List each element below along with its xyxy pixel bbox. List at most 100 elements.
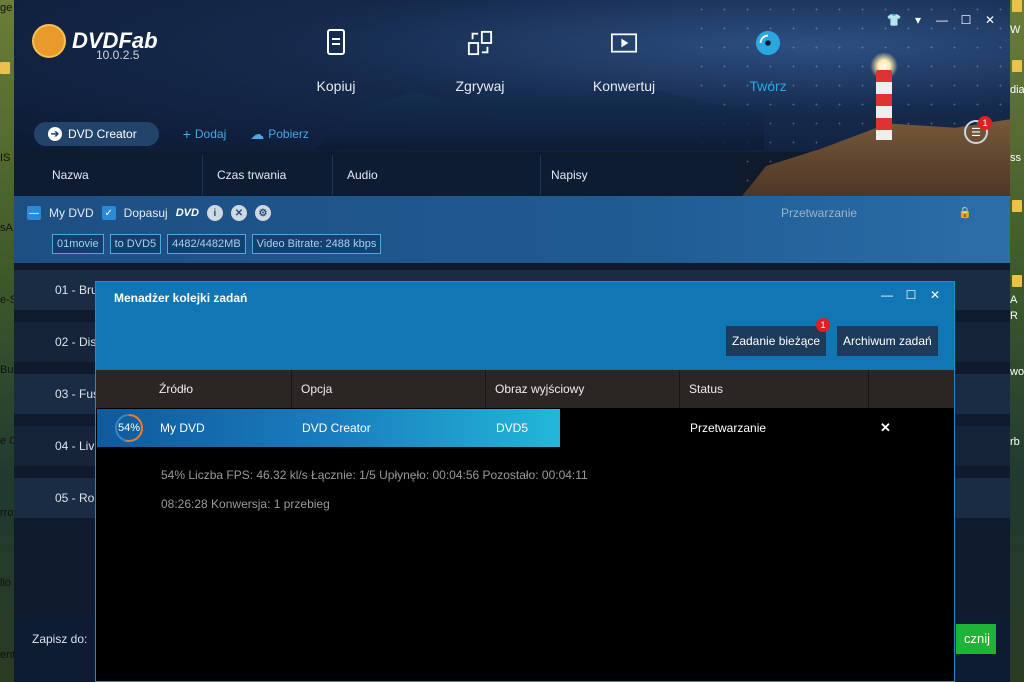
desktop-icon[interactable] [1012, 0, 1022, 12]
desktop-icon[interactable] [1012, 200, 1022, 212]
nav-creator[interactable]: Twórz [696, 28, 840, 94]
column-output: Obraz wyjściowy [495, 382, 585, 396]
nav-copy[interactable]: Kopiuj [264, 28, 408, 94]
desktop-label: A [1010, 294, 1018, 306]
desktop-label: e-S [0, 294, 14, 306]
column-divider [291, 370, 292, 408]
add-button[interactable]: + Dodaj [183, 126, 227, 142]
column-subtitles: Napisy [551, 168, 588, 182]
desktop-label: rb [1010, 436, 1020, 448]
main-nav: Kopiuj Zgrywaj Konwertuj Twórz [264, 28, 840, 94]
desktop-label: rro [0, 507, 14, 519]
desktop-label: dia [1010, 84, 1024, 96]
queue-count-badge: 1 [978, 116, 992, 130]
converter-icon [611, 28, 637, 58]
nav-converter[interactable]: Konwertuj [552, 28, 696, 94]
ripper-icon [467, 28, 493, 58]
settings-icon[interactable]: ⚙ [254, 205, 271, 221]
minimize-icon[interactable]: — [880, 288, 894, 302]
task-option: DVD Creator [302, 421, 371, 435]
disc-controls: — My DVD ✓ Dopasuj DVD i ✕ ⚙ [27, 205, 271, 221]
task-queue-dialog: Menadżer kolejki zadań — ☐ ✕ Zadanie bie… [95, 281, 955, 682]
column-name: Nazwa [52, 168, 89, 182]
desktop-label: ge [0, 2, 13, 14]
lock-icon[interactable]: 🔒 [958, 206, 972, 219]
tag-size[interactable]: 4482/4482MB [167, 234, 246, 254]
dvd-logo-icon: DVD [175, 207, 199, 219]
tag-title[interactable]: 01movie [52, 234, 104, 254]
fit-label: Dopasuj [123, 206, 168, 220]
column-divider [485, 370, 486, 408]
column-divider [332, 155, 333, 195]
current-task-badge: 1 [816, 318, 831, 332]
task-source: My DVD [160, 421, 205, 435]
save-to-label: Zapisz do: [32, 632, 88, 646]
current-task-label: Zadanie bieżące [732, 334, 821, 348]
desktop-label: ent [0, 649, 14, 661]
plus-icon: + [182, 126, 191, 142]
column-divider [868, 370, 869, 408]
dvd-creator-mode-button[interactable]: ➔ DVD Creator [34, 122, 159, 146]
desktop-label: IS [0, 152, 11, 164]
current-task-button[interactable]: Zadanie bieżące 1 [726, 318, 831, 356]
title-list-header: Nazwa Czas trwania Audio Napisy [14, 155, 734, 195]
column-divider [202, 155, 203, 195]
table-row[interactable]: 54% My DVD DVD Creator DVD5 Przetwarzani… [97, 409, 954, 447]
queue-table-header: Źródło Opcja Obraz wyjściowy Status [96, 370, 954, 408]
column-source: Źródło [159, 382, 194, 396]
close-icon[interactable]: ✕ [982, 12, 998, 28]
copy-icon [323, 28, 349, 58]
skin-icon[interactable]: 👕 [886, 12, 902, 28]
nav-label: Zgrywaj [455, 78, 505, 94]
desktop-icon[interactable] [1012, 60, 1022, 72]
dialog-header: Menadżer kolejki zadań — ☐ ✕ Zadanie bie… [96, 282, 954, 370]
disc-name: My DVD [49, 206, 94, 220]
dialog-title: Menadżer kolejki zadań [114, 291, 248, 305]
download-button[interactable]: ☁ Pobierz [250, 126, 309, 143]
desktop-left-icons: ge IS sA e-S Bu e C rro lio ent [0, 0, 14, 682]
lighthouse-image [876, 70, 892, 140]
column-option: Opcja [301, 382, 333, 396]
cloud-download-icon: ☁ [250, 125, 265, 142]
desktop-label: ss [1010, 152, 1021, 164]
tag-bitrate[interactable]: Video Bitrate: 2488 kbps [251, 234, 382, 254]
progress-percent: 54% [117, 422, 141, 434]
desktop-label: e C [0, 435, 14, 447]
desktop-icon[interactable] [1012, 275, 1022, 287]
download-label: Pobierz [268, 127, 309, 141]
arrow-right-icon: ➔ [48, 127, 62, 141]
dialog-controls: — ☐ ✕ [880, 288, 942, 302]
desktop-label: W [1010, 24, 1021, 36]
close-icon[interactable]: ✕ [928, 288, 942, 302]
add-label: Dodaj [194, 127, 227, 141]
column-audio: Audio [347, 168, 378, 182]
desktop-label: sA [0, 222, 13, 234]
disc-tags: 01movie to DVD5 4482/4482MB Video Bitrat… [52, 234, 382, 254]
desktop-icon[interactable] [0, 62, 10, 74]
menu-dropdown-icon[interactable]: ▾ [910, 12, 926, 28]
fit-checkbox[interactable]: ✓ [101, 206, 116, 220]
maximize-icon[interactable]: ☐ [958, 12, 974, 28]
nav-label: Twórz [749, 78, 787, 94]
tag-output[interactable]: to DVD5 [109, 234, 162, 254]
app-version: 10.0.2.5 [96, 48, 140, 62]
task-output: DVD5 [496, 421, 529, 435]
collapse-checkbox[interactable]: — [27, 206, 41, 220]
task-archive-button[interactable]: Archiwum zadań [837, 326, 938, 356]
monkey-logo-icon [32, 24, 66, 58]
nav-ripper[interactable]: Zgrywaj [408, 28, 552, 94]
minimize-icon[interactable]: — [934, 12, 950, 28]
remove-icon[interactable]: ✕ [230, 205, 247, 221]
task-queue-button[interactable]: ☰ 1 [964, 116, 992, 144]
window-controls: 👕 ▾ — ☐ ✕ [886, 12, 998, 28]
column-duration: Czas trwania [217, 168, 287, 182]
start-button[interactable]: cznij [956, 624, 996, 654]
task-stats: 54% Liczba FPS: 46.32 kl/s Łącznie: 1/5 … [161, 468, 588, 482]
desktop-label: lio [0, 577, 12, 589]
cancel-task-icon[interactable]: ✕ [880, 420, 891, 436]
task-conversion-info: 08:26:28 Konwersja: 1 przebieg [161, 497, 330, 511]
info-icon[interactable]: i [206, 205, 223, 221]
task-status: Przetwarzanie [690, 421, 767, 435]
maximize-icon[interactable]: ☐ [904, 288, 918, 302]
nav-label: Konwertuj [592, 78, 656, 94]
